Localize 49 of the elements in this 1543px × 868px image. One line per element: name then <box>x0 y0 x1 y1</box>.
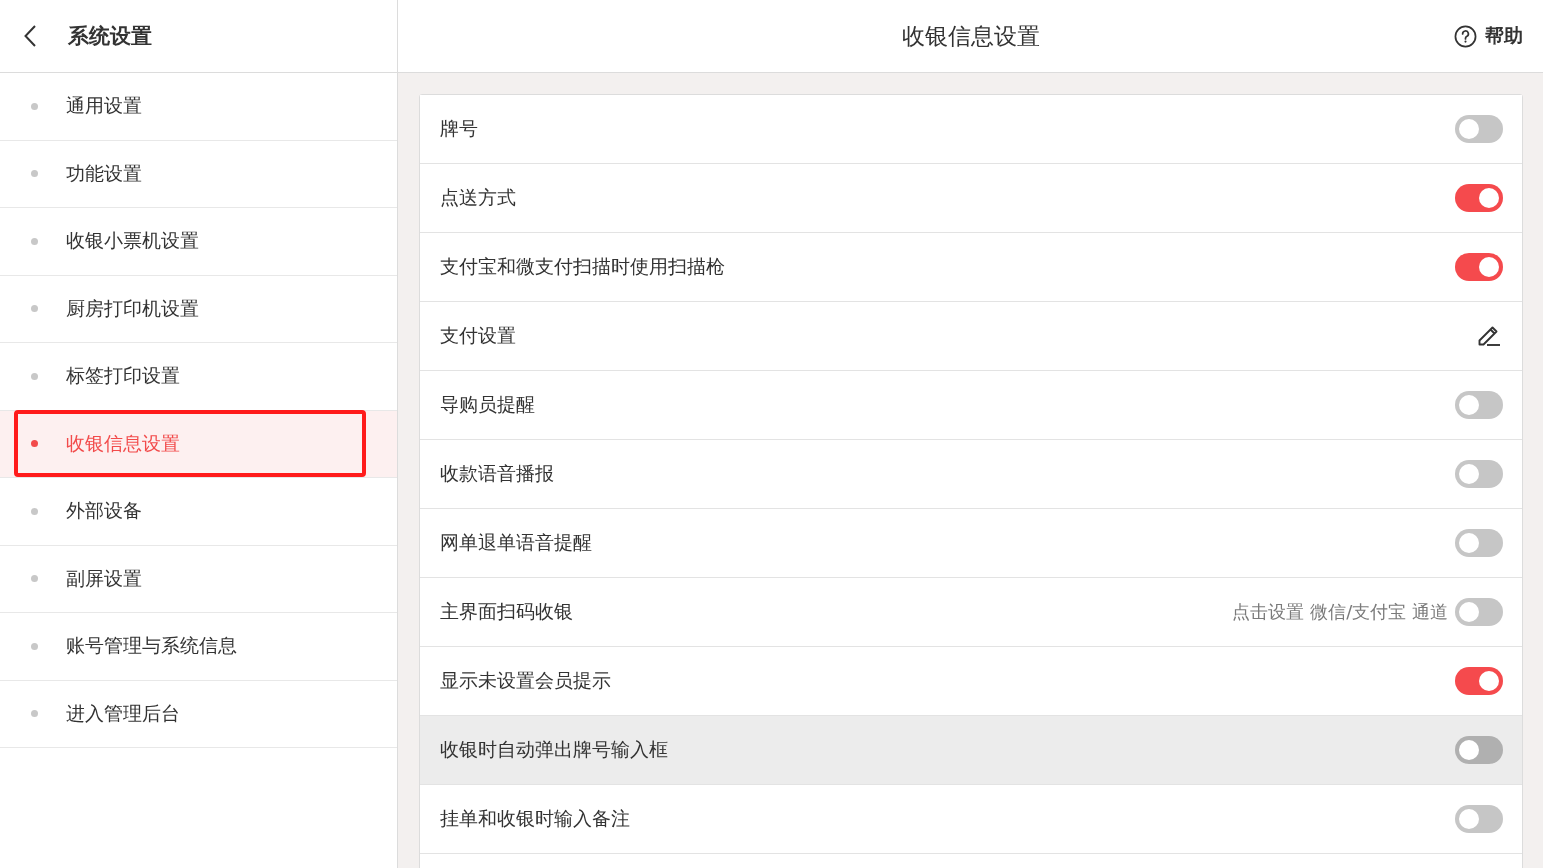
toggle-switch[interactable] <box>1455 391 1503 419</box>
sidebar-item[interactable]: 进入管理后台 <box>0 680 397 748</box>
sidebar-item[interactable]: 标签打印设置 <box>0 343 397 411</box>
setting-label: 牌号 <box>440 116 479 141</box>
toggle-switch[interactable] <box>1455 115 1503 143</box>
setting-label: 网单退单语音提醒 <box>440 530 593 555</box>
help-icon <box>1454 24 1477 48</box>
dot-icon <box>31 710 38 718</box>
sidebar-item[interactable]: 厨房打印机设置 <box>0 275 397 343</box>
hint-text: 点击设置 微信/支付宝 通道 <box>1232 600 1448 624</box>
back-icon[interactable] <box>24 25 36 47</box>
setting-label: 主界面扫码收银 <box>440 599 574 624</box>
setting-row[interactable]: 牌号 <box>420 95 1522 164</box>
sidebar-item[interactable]: 账号管理与系统信息 <box>0 613 397 681</box>
setting-label: 点送方式 <box>440 185 517 210</box>
page-title: 收银信息设置 <box>901 21 1040 51</box>
setting-label: 收银时自动弹出牌号输入框 <box>440 737 669 762</box>
dot-icon <box>31 237 38 245</box>
help-button[interactable]: 帮助 <box>1452 19 1525 53</box>
setting-row[interactable]: 收银时自动弹出牌号输入框 <box>420 716 1522 785</box>
dot-icon <box>31 305 38 313</box>
sidebar-item[interactable]: 外部设备 <box>0 478 397 546</box>
setting-label: 导购员提醒 <box>440 392 536 417</box>
sidebar-item[interactable]: 功能设置 <box>0 140 397 208</box>
dot-icon <box>31 575 38 583</box>
sidebar-item[interactable]: 收银小票机设置 <box>0 208 397 276</box>
setting-label: 挂单和收银时输入备注 <box>440 806 631 831</box>
pencil-icon[interactable] <box>1477 325 1501 347</box>
dot-icon <box>31 507 38 515</box>
setting-label: 支付设置 <box>440 323 517 348</box>
toggle-switch[interactable] <box>1455 598 1503 626</box>
dot-icon <box>31 170 38 178</box>
dot-icon <box>31 102 38 110</box>
toggle-switch[interactable] <box>1455 184 1503 212</box>
toggle-switch[interactable] <box>1455 736 1503 764</box>
dot-icon <box>31 440 38 448</box>
toggle-switch[interactable] <box>1455 667 1503 695</box>
sidebar-item[interactable]: 副屏设置 <box>0 545 397 613</box>
toggle-switch[interactable] <box>1455 805 1503 833</box>
setting-label: 显示未设置会员提示 <box>440 668 612 693</box>
sidebar-title: 系统设置 <box>68 23 152 50</box>
dot-icon <box>31 642 38 650</box>
setting-label: 支付宝和微支付扫描时使用扫描枪 <box>440 254 726 279</box>
toggle-switch[interactable] <box>1455 460 1503 488</box>
toggle-switch[interactable] <box>1455 253 1503 281</box>
toggle-switch[interactable] <box>1455 529 1503 557</box>
setting-label: 收款语音播报 <box>440 461 555 486</box>
dot-icon <box>31 372 38 380</box>
sidebar-item[interactable]: 通用设置 <box>0 73 397 141</box>
